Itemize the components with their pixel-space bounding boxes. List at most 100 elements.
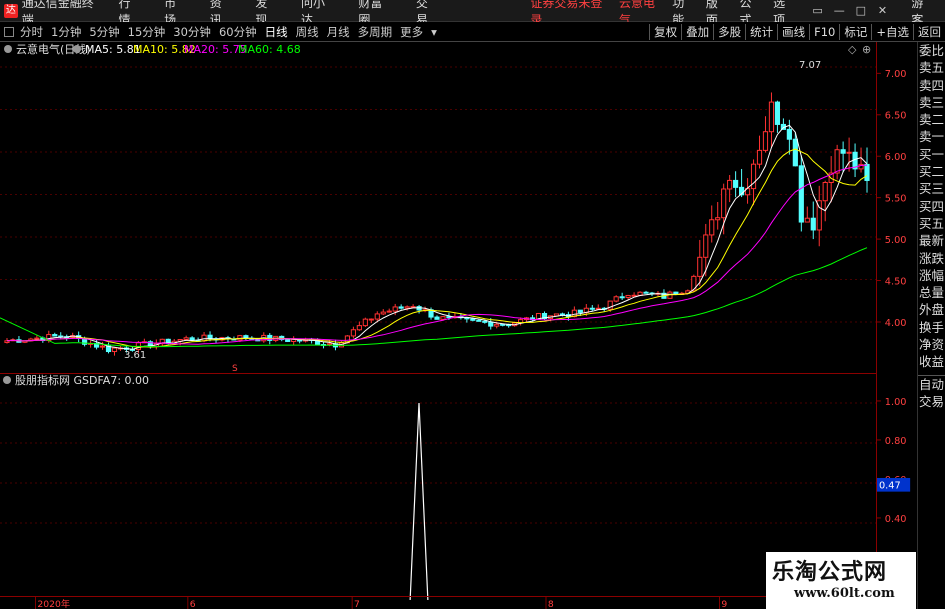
side-tabs: 委比 卖五 卖四 卖三 卖二 卖一 买一 买二 买三 买四 买五 最新 涨跌 涨幅 总量 外盘 换手 净资 收益 自… xyxy=(917,42,945,609)
candle-body xyxy=(34,337,40,340)
close-icon[interactable]: ✕ xyxy=(872,4,894,17)
side-tab-item[interactable]: 卖一 xyxy=(918,128,945,145)
candle-body xyxy=(237,335,243,341)
period-weekly[interactable]: 周线 xyxy=(296,24,319,40)
price-tick-label: 6.00 xyxy=(885,152,907,163)
side-tab-item[interactable]: 委比 xyxy=(918,42,945,59)
indicator-label: 股朋指标网 GSDFA7: 0.00 xyxy=(15,373,149,387)
candle-body xyxy=(864,163,870,181)
side-tab-item[interactable]: 买三 xyxy=(918,180,945,197)
kline-chart[interactable]: 云意电气(日线) MA5: 5.81 MA10: 5.82 MA20: 5.75… xyxy=(0,42,876,372)
candle-body xyxy=(619,296,625,299)
side-tab-item[interactable]: 卖五 xyxy=(918,59,945,76)
date-tick-label: 2020年 xyxy=(37,598,70,609)
candles xyxy=(4,92,870,356)
candle-body xyxy=(721,188,727,219)
restore-icon[interactable]: ▭ xyxy=(807,4,829,17)
kline-grid xyxy=(0,66,876,323)
period-multi[interactable]: 多周期 xyxy=(358,24,393,40)
period-fenshi[interactable]: 分时 xyxy=(20,24,43,40)
candle-body xyxy=(631,294,637,297)
candle-body xyxy=(476,319,482,322)
diamond-icon[interactable]: ◇ xyxy=(848,43,857,56)
indicator-axis-ticks: 1.000.800.600.40 xyxy=(877,397,907,525)
candle-body xyxy=(834,149,840,174)
period-5min[interactable]: 5分钟 xyxy=(89,24,119,40)
candle-body xyxy=(368,318,374,321)
period-15min[interactable]: 15分钟 xyxy=(128,24,166,40)
side-tab-list: 委比 卖五 卖四 卖三 卖二 卖一 买一 买二 买三 买四 买五 最新 涨跌 涨幅 总量 外盘 换手 净资 收益 xyxy=(918,42,945,371)
candle-body xyxy=(201,334,207,342)
tool-duogu[interactable]: 多股 xyxy=(713,23,745,40)
stock-label-icon[interactable] xyxy=(4,45,12,53)
side-tab-auto[interactable]: 自动 xyxy=(917,374,945,393)
minimize-icon[interactable]: — xyxy=(828,4,850,17)
tool-fanhui[interactable]: 返回 xyxy=(913,23,945,40)
tool-tongji[interactable]: 统计 xyxy=(745,23,777,40)
side-tab-item[interactable]: 卖三 xyxy=(918,94,945,111)
ma-settings-icon[interactable] xyxy=(73,45,81,53)
candle-body xyxy=(99,345,106,348)
side-tab-item[interactable]: 涨幅 xyxy=(918,267,945,284)
date-axis: 2020年 6 7 8 9 xyxy=(0,596,876,609)
indicator-chart[interactable]: 股朋指标网 GSDFA7: 0.00 xyxy=(0,373,876,600)
side-tab-item[interactable]: 换手 xyxy=(918,319,945,336)
side-tab-item[interactable]: 总量 xyxy=(918,284,945,301)
candle-body xyxy=(786,128,792,140)
period-more[interactable]: 更多 xyxy=(400,24,423,40)
candle-body xyxy=(285,339,291,342)
side-tab-item[interactable]: 卖二 xyxy=(918,111,945,128)
candle-body xyxy=(643,291,649,294)
price-tick-label: 5.50 xyxy=(885,194,907,205)
period-monthly[interactable]: 月线 xyxy=(327,24,350,40)
tool-biaoji[interactable]: 标记 xyxy=(839,23,871,40)
candle-body xyxy=(589,307,595,310)
app-logo-icon: 达 xyxy=(4,3,18,18)
candle-body xyxy=(756,149,763,165)
side-tab-item[interactable]: 最新 xyxy=(918,232,945,249)
period-1min[interactable]: 1分钟 xyxy=(51,24,81,40)
tool-huaxian[interactable]: 画线 xyxy=(777,23,809,40)
side-tab-trade[interactable]: 交易 xyxy=(918,393,945,410)
side-tab-item[interactable]: 收益 xyxy=(918,353,945,370)
maximize-icon[interactable]: □ xyxy=(850,4,872,17)
tool-diejia[interactable]: 叠加 xyxy=(681,23,713,40)
side-tab-item[interactable]: 买一 xyxy=(918,146,945,163)
candle-body xyxy=(440,316,446,320)
settings-icon[interactable]: ⊕ xyxy=(862,43,871,56)
tool-zixuan[interactable]: +自选 xyxy=(871,23,913,40)
date-tick-label: 9 xyxy=(721,599,727,609)
price-axis-ticks: 7.00 6.50 6.00 5.50 5.00 4.50 4.00 xyxy=(877,69,907,329)
candle-body xyxy=(577,309,583,313)
ma60-line xyxy=(0,247,868,348)
side-tab-item[interactable]: 净资 xyxy=(918,336,945,353)
chevron-down-icon[interactable]: ▾ xyxy=(431,25,437,39)
candle-body xyxy=(774,101,781,125)
side-tab-item[interactable]: 外盘 xyxy=(918,301,945,318)
menu-bar: 达 通达信金融终端 行情 市场 资讯 发现 问小达 财富圈 交易 证券交易未登录… xyxy=(0,0,945,27)
side-tab-item[interactable]: 买五 xyxy=(918,215,945,232)
indicator-tick-label: 1.00 xyxy=(885,397,907,408)
candle-body xyxy=(404,306,410,309)
side-tab-item[interactable]: 买四 xyxy=(918,198,945,215)
period-daily[interactable]: 日线 xyxy=(265,24,288,40)
indicator-settings-icon[interactable] xyxy=(3,376,11,384)
price-tick-label: 6.50 xyxy=(885,111,907,122)
candle-body xyxy=(613,296,619,302)
price-tick-label: 4.50 xyxy=(885,276,907,287)
period-30min[interactable]: 30分钟 xyxy=(173,24,211,40)
candle-body xyxy=(703,234,709,258)
event-marker-icon[interactable]: S xyxy=(232,364,238,372)
candle-body xyxy=(52,334,58,337)
play-icon[interactable] xyxy=(4,26,14,37)
gsdfa7-line xyxy=(409,402,429,600)
candle-body xyxy=(810,217,816,231)
side-tab-item[interactable]: 买二 xyxy=(918,163,945,180)
tool-f10[interactable]: F10 xyxy=(809,23,839,40)
side-tab-item[interactable]: 卖四 xyxy=(918,77,945,94)
period-60min[interactable]: 60分钟 xyxy=(219,24,257,40)
tool-fuquan[interactable]: 复权 xyxy=(649,23,681,40)
side-tab-item[interactable]: 涨跌 xyxy=(918,250,945,267)
candle-body xyxy=(350,329,356,337)
app-window: 达 通达信金融终端 行情 市场 资讯 发现 问小达 财富圈 交易 证券交易未登录… xyxy=(0,0,945,609)
